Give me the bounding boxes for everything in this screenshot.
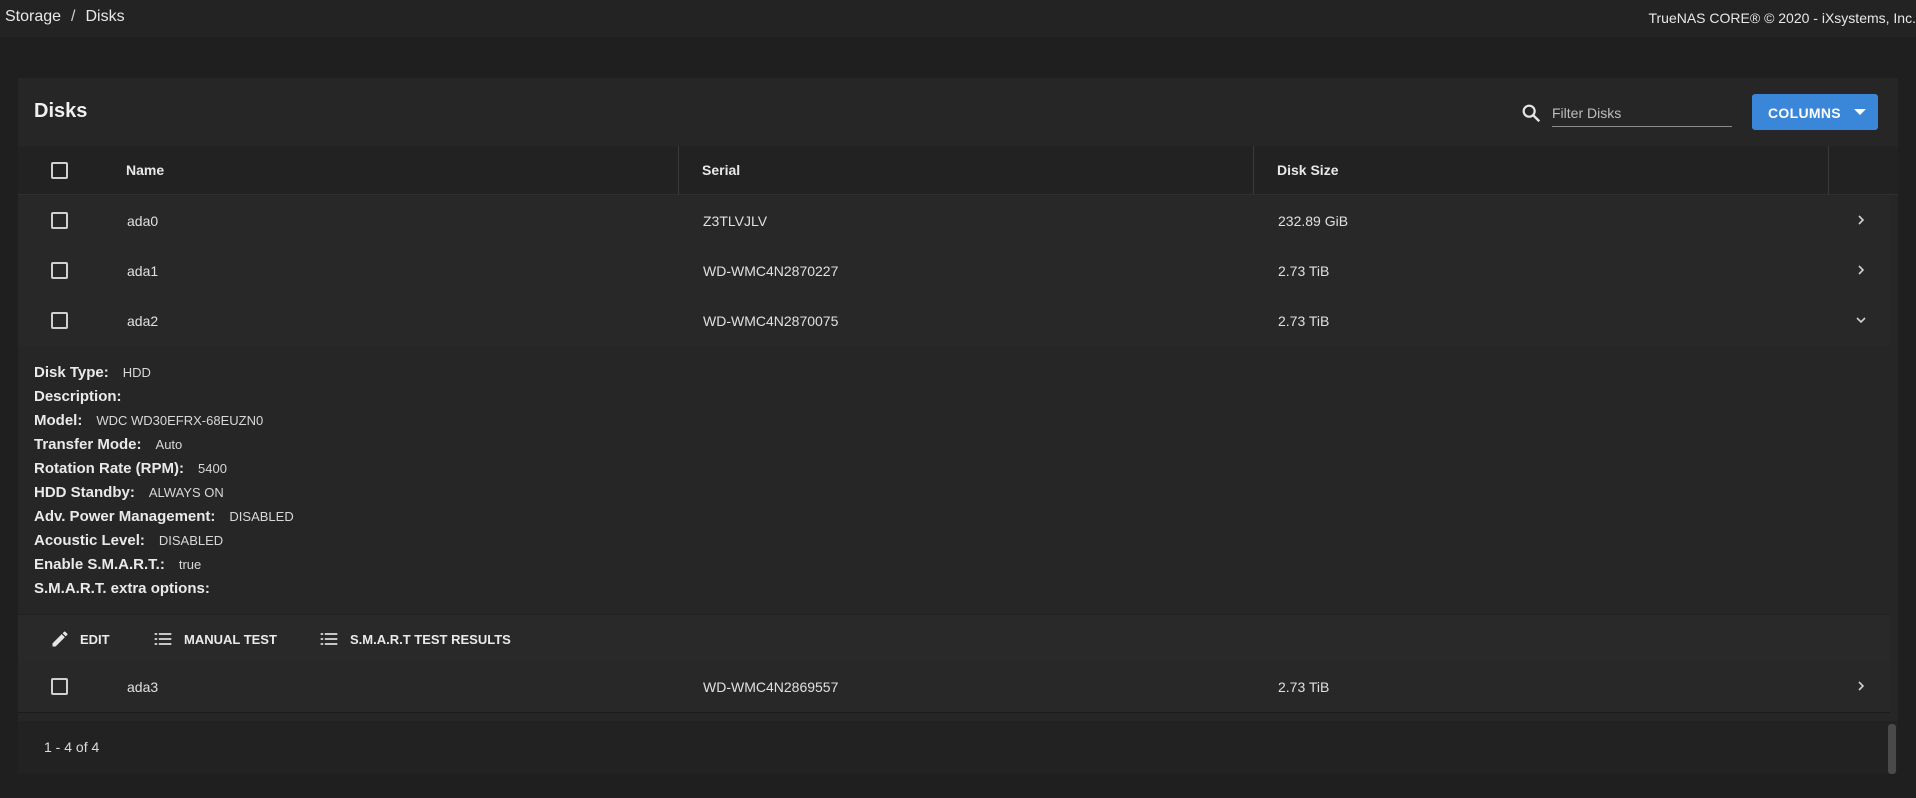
disk-serial: WD-WMC4N2870227 bbox=[703, 263, 839, 279]
disk-serial: WD-WMC4N2870075 bbox=[703, 313, 839, 329]
detail-smart-extra-options: S.M.A.R.T. extra options: bbox=[34, 580, 210, 597]
chevron-right-icon[interactable] bbox=[1854, 263, 1868, 277]
manual-test-button[interactable]: MANUAL TEST bbox=[152, 615, 277, 663]
scrollbar-thumb[interactable] bbox=[1888, 724, 1896, 774]
detail-transfer-mode: Transfer Mode: Auto bbox=[34, 436, 183, 453]
disks-card: Disks COLUMNS Name Serial Disk Size ada0… bbox=[18, 78, 1898, 774]
page-title: Disks bbox=[34, 100, 88, 122]
edit-button[interactable]: EDIT bbox=[50, 615, 110, 663]
column-divider[interactable] bbox=[678, 146, 679, 194]
smart-test-results-button-label: S.M.A.R.T TEST RESULTS bbox=[350, 631, 511, 647]
disk-name: ada2 bbox=[127, 313, 159, 329]
table-row-expanded[interactable]: ada2 WD-WMC4N2870075 2.73 TiB bbox=[18, 296, 1890, 347]
copyright-text: TrueNAS CORE® © 2020 - iXsystems, Inc. bbox=[1648, 10, 1916, 26]
table-row[interactable]: ada3 WD-WMC4N2869557 2.73 TiB bbox=[18, 662, 1890, 713]
header-serial[interactable]: Serial bbox=[702, 146, 740, 194]
detail-description: Description: bbox=[34, 388, 122, 405]
table-header: Name Serial Disk Size bbox=[18, 146, 1898, 195]
disk-serial: WD-WMC4N2869557 bbox=[703, 679, 839, 695]
breadcrumb: Storage / Disks bbox=[5, 8, 125, 26]
disk-name: ada3 bbox=[127, 679, 159, 695]
card-header: Disks COLUMNS bbox=[18, 78, 1898, 147]
row-checkbox[interactable] bbox=[51, 212, 68, 229]
breadcrumb-disks: Disks bbox=[85, 8, 125, 25]
disk-size: 232.89 GiB bbox=[1278, 213, 1349, 229]
caret-down-icon bbox=[1854, 109, 1866, 115]
smart-test-results-button[interactable]: S.M.A.R.T TEST RESULTS bbox=[318, 615, 511, 663]
columns-button[interactable]: COLUMNS bbox=[1752, 94, 1878, 130]
pencil-icon bbox=[52, 631, 68, 647]
filter-disks-input[interactable] bbox=[1552, 100, 1732, 127]
disk-size: 2.73 TiB bbox=[1278, 679, 1330, 695]
top-bar: Storage / Disks TrueNAS CORE® © 2020 - iXs… bbox=[0, 0, 1916, 37]
column-divider[interactable] bbox=[1253, 146, 1254, 194]
breadcrumb-storage[interactable]: Storage bbox=[5, 8, 61, 25]
header-disk-size[interactable]: Disk Size bbox=[1277, 146, 1338, 194]
pagination-range: 1 - 4 of 4 bbox=[44, 739, 100, 755]
list-icon bbox=[320, 633, 338, 645]
disk-size: 2.73 TiB bbox=[1278, 313, 1330, 329]
detail-acoustic-level: Acoustic Level: DISABLED bbox=[34, 532, 224, 549]
table-row[interactable]: ada1 WD-WMC4N2870227 2.73 TiB bbox=[18, 246, 1890, 297]
chevron-down-icon[interactable] bbox=[1854, 313, 1868, 327]
disk-detail-panel: Disk Type: HDD Description: Model: WDC WD3… bbox=[18, 346, 1890, 614]
row-checkbox[interactable] bbox=[51, 312, 68, 329]
row-checkbox[interactable] bbox=[51, 678, 68, 695]
table-footer: 1 - 4 of 4 bbox=[18, 721, 1898, 774]
detail-rotation-rate: Rotation Rate (RPM): 5400 bbox=[34, 460, 227, 477]
disk-serial: Z3TLVJLV bbox=[703, 213, 768, 229]
chevron-right-icon[interactable] bbox=[1854, 679, 1868, 693]
column-divider[interactable] bbox=[1828, 146, 1829, 194]
columns-button-label: COLUMNS bbox=[1768, 105, 1841, 121]
disk-actions-bar: EDIT MANUAL TEST S.M.A.R.T TEST RESULTS bbox=[18, 614, 1890, 663]
detail-hdd-standby: HDD Standby: ALWAYS ON bbox=[34, 484, 224, 501]
edit-button-label: EDIT bbox=[80, 631, 110, 647]
disk-name: ada0 bbox=[127, 213, 159, 229]
table-row[interactable]: ada0 Z3TLVJLV 232.89 GiB bbox=[18, 196, 1890, 247]
list-icon bbox=[154, 633, 172, 645]
manual-test-button-label: MANUAL TEST bbox=[184, 631, 277, 647]
select-all-checkbox[interactable] bbox=[51, 162, 68, 179]
chevron-right-icon[interactable] bbox=[1854, 213, 1868, 227]
disk-size: 2.73 TiB bbox=[1278, 263, 1330, 279]
breadcrumb-separator: / bbox=[71, 8, 76, 25]
detail-model: Model: WDC WD30EFRX-68EUZN0 bbox=[34, 412, 264, 429]
header-name[interactable]: Name bbox=[126, 146, 164, 194]
detail-disk-type: Disk Type: HDD bbox=[34, 364, 151, 381]
detail-enable-smart: Enable S.M.A.R.T.: true bbox=[34, 556, 202, 573]
row-checkbox[interactable] bbox=[51, 262, 68, 279]
detail-adv-power-management: Adv. Power Management: DISABLED bbox=[34, 508, 294, 525]
disk-name: ada1 bbox=[127, 263, 159, 279]
search-icon bbox=[1522, 104, 1541, 123]
